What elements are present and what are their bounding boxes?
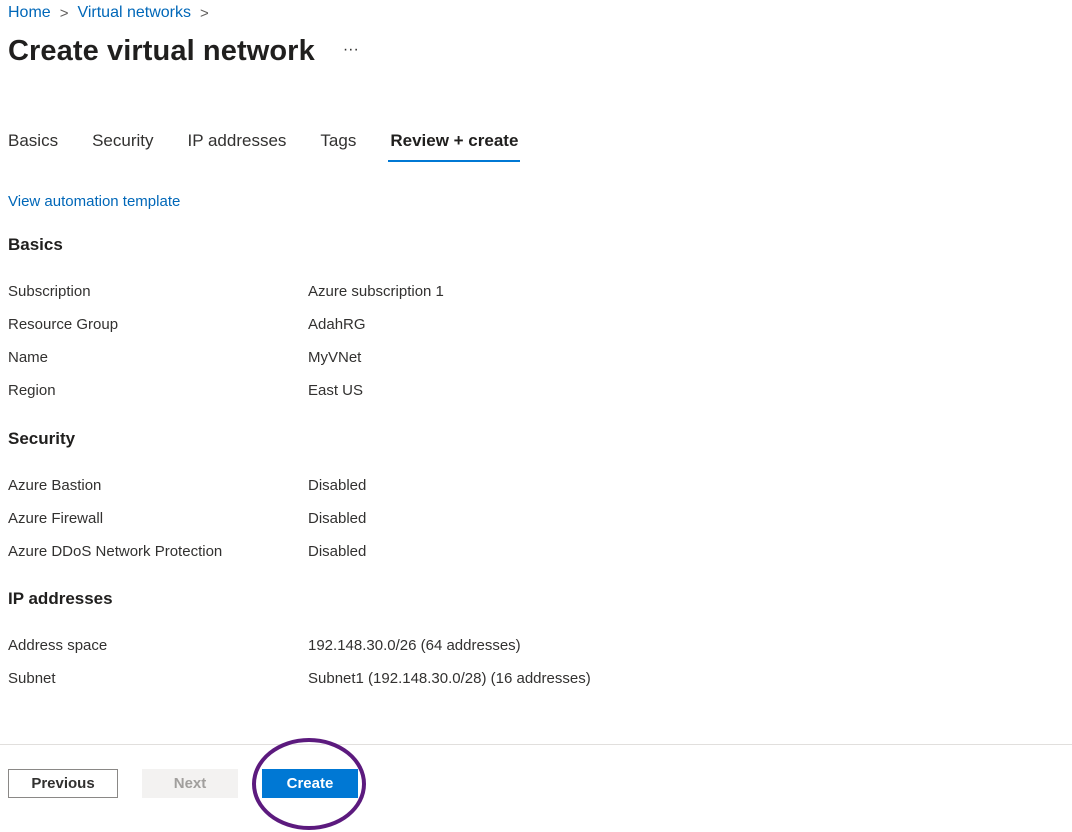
section-heading-ip-addresses: IP addresses [8,589,113,608]
previous-button[interactable]: Previous [8,769,118,798]
summary-row-subnet: Subnet Subnet1 (192.148.30.0/28) (16 add… [8,670,591,687]
title-row: Create virtual network ··· [8,35,359,68]
page-title: Create virtual network [8,35,315,67]
row-label: Azure DDoS Network Protection [8,543,223,560]
row-value: Disabled [308,510,367,527]
more-options-icon[interactable]: ··· [343,41,359,59]
row-value: MyVNet [308,349,362,366]
breadcrumb-home-link[interactable]: Home [8,4,51,22]
row-value: Subnet1 (192.148.30.0/28) (16 addresses) [308,670,591,687]
tab-basics[interactable]: Basics [8,131,58,162]
summary-row-subscription: Subscription Azure subscription 1 [8,283,444,300]
summary-row-name: Name MyVNet [8,349,361,366]
next-button: Next [142,769,238,798]
chevron-right-icon: > [59,4,69,22]
row-label: Azure Bastion [8,477,102,494]
row-value: Azure subscription 1 [308,283,444,300]
row-label: Azure Firewall [8,510,104,527]
row-label: Name [8,349,49,366]
chevron-right-icon: > [199,4,209,22]
summary-row-azure-bastion: Azure Bastion Disabled [8,477,366,494]
create-button[interactable]: Create [262,769,358,798]
summary-row-azure-firewall: Azure Firewall Disabled [8,510,366,527]
tab-review-create[interactable]: Review + create [388,131,521,162]
row-value: Disabled [308,543,367,560]
section-heading-basics: Basics [8,235,63,254]
row-value: 192.148.30.0/26 (64 addresses) [308,637,521,654]
view-automation-template-link[interactable]: View automation template [8,193,180,210]
summary-row-ddos-protection: Azure DDoS Network Protection Disabled [8,543,366,560]
section-heading-security: Security [8,429,76,448]
row-label: Subnet [8,670,56,687]
row-label: Subscription [8,283,91,300]
row-value: AdahRG [308,316,366,333]
tab-ip-addresses[interactable]: IP addresses [188,131,287,162]
row-value: Disabled [308,477,367,494]
wizard-tabs: Basics Security IP addresses Tags Review… [8,131,554,162]
row-label: Region [8,382,56,399]
row-label: Address space [8,637,108,654]
breadcrumb-virtual-networks-link[interactable]: Virtual networks [77,4,191,22]
row-value: East US [308,382,364,399]
summary-row-resource-group: Resource Group AdahRG [8,316,366,333]
tab-tags[interactable]: Tags [320,131,356,162]
row-label: Resource Group [8,316,119,333]
summary-row-region: Region East US [8,382,363,399]
footer-divider [0,744,1072,745]
breadcrumb: Home > Virtual networks > [8,4,218,22]
summary-row-address-space: Address space 192.148.30.0/26 (64 addres… [8,637,521,654]
tab-security[interactable]: Security [92,131,153,162]
